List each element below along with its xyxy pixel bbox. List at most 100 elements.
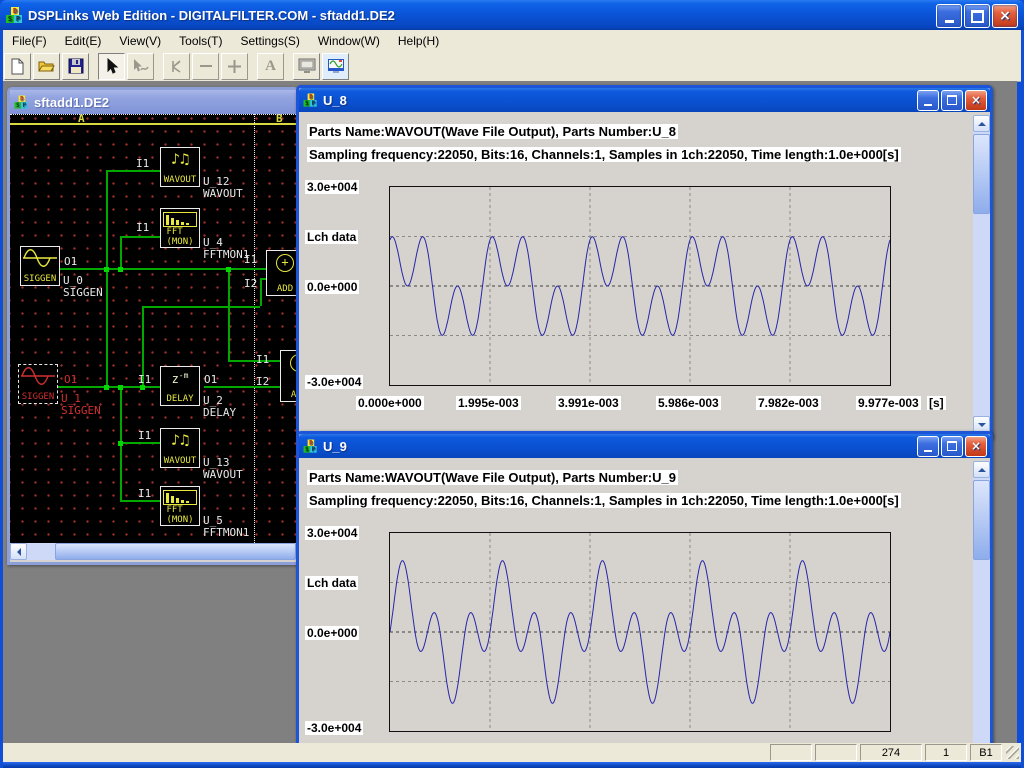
block-u_13[interactable]: ♪♫WAVOUT — [160, 428, 200, 468]
new-button[interactable] — [4, 53, 31, 80]
port-label-i1: I1 — [138, 488, 151, 499]
main-titlebar[interactable]: DSP DSPLinks Web Edition - DIGITALFILTER… — [0, 0, 1024, 30]
menu-file[interactable]: File(F) — [3, 31, 56, 51]
open-icon — [38, 58, 56, 74]
status-cell-1 — [815, 744, 857, 761]
port-label-i1: I1 — [244, 254, 257, 265]
close-button[interactable]: × — [992, 4, 1018, 28]
minimize-icon — [924, 450, 932, 452]
port-label-i2: I2 — [244, 278, 257, 289]
schematic-canvas[interactable]: AB♪♫WAVOUTU_12WAVOUTFFT(MON)U_4FFTMON1SI… — [10, 114, 296, 543]
port-label-i1: I1 — [256, 354, 269, 365]
plot-window-u_9[interactable]: DSPU_9×Parts Name:WAVOUT(Wave File Outpu… — [296, 431, 993, 743]
status-cell-0 — [770, 744, 812, 761]
wire — [106, 170, 108, 386]
maximize-button[interactable] — [964, 4, 990, 28]
port-label-o1: O1 — [64, 256, 77, 267]
child-maximize-button[interactable] — [941, 90, 963, 111]
status-cell-3: 1 — [925, 744, 967, 761]
block-u_1[interactable]: SIGGEN — [18, 364, 58, 404]
block-add[interactable]: +ADD — [266, 250, 296, 296]
diagram-window[interactable]: DSPsftadd1.DE2AB♪♫WAVOUTU_12WAVOUTFFT(MO… — [7, 87, 299, 565]
arrow-up-icon — [978, 122, 986, 126]
wire — [120, 236, 160, 238]
plot-vscrollbar[interactable] — [973, 461, 990, 743]
junction-tool — [163, 53, 190, 80]
menu-settings[interactable]: Settings(S) — [232, 31, 309, 51]
port-label-o1: O1 — [204, 374, 217, 385]
select-tool[interactable] — [98, 53, 125, 80]
resize-grip[interactable] — [1006, 746, 1019, 759]
child-minimize-button[interactable] — [917, 436, 939, 457]
pointer-icon — [105, 58, 119, 74]
sine-icon — [22, 247, 58, 269]
y-label-lch: Lch data — [305, 576, 358, 590]
fft-bars-icon — [163, 490, 197, 505]
block-add[interactable]: +ADD — [280, 350, 296, 402]
block-caption: FFTMON1 — [203, 527, 249, 538]
scroll-left-button[interactable] — [10, 543, 27, 560]
wire — [120, 236, 122, 268]
block-u_0[interactable]: SIGGEN — [20, 246, 60, 286]
child-close-button[interactable]: × — [965, 436, 987, 457]
save-button[interactable] — [62, 53, 89, 80]
mdi-workspace: DSPsftadd1.DE2AB♪♫WAVOUTU_12WAVOUTFFT(MO… — [3, 81, 1017, 743]
y-label-max: 3.0e+004 — [305, 180, 359, 194]
block-caption: DELAY — [203, 407, 236, 418]
plot-window-body: Parts Name:WAVOUT(Wave File Output), Par… — [299, 458, 990, 740]
letterA-icon: A — [265, 58, 276, 75]
close-icon: × — [971, 440, 981, 452]
menu-window[interactable]: Window(W) — [309, 31, 389, 51]
maximize-icon — [947, 441, 957, 451]
vscroll-thumb[interactable] — [973, 134, 990, 214]
block-caption: SIGGEN — [63, 287, 103, 298]
vscroll-thumb[interactable] — [973, 480, 990, 560]
plot-window-titlebar[interactable]: DSPU_9× — [299, 434, 990, 458]
menu-bar: File(F)Edit(E)View(V)Tools(T)Settings(S)… — [3, 30, 1021, 52]
status-bar: 2741B1 — [3, 743, 1021, 762]
diagram-window-titlebar[interactable]: DSPsftadd1.DE2 — [10, 90, 296, 114]
scroll-up-button[interactable] — [973, 115, 990, 132]
hscroll-thumb[interactable] — [55, 543, 296, 560]
block-u_2[interactable]: z-mDELAY — [160, 366, 200, 406]
child-minimize-button[interactable] — [917, 90, 939, 111]
plot-window-titlebar[interactable]: DSPU_8× — [299, 88, 990, 112]
scroll-up-button[interactable] — [973, 461, 990, 478]
plot-window-u_8[interactable]: DSPU_8×Parts Name:WAVOUT(Wave File Outpu… — [296, 85, 993, 439]
wire — [260, 278, 262, 306]
block-u_4[interactable]: FFT(MON) — [160, 208, 200, 248]
child-close-button[interactable]: × — [965, 90, 987, 111]
port-label-i1: I1 — [136, 222, 149, 233]
plot-window-title: U_9 — [323, 439, 347, 454]
monitor-tool[interactable] — [293, 53, 320, 80]
menu-help[interactable]: Help(H) — [389, 31, 448, 51]
diagram-hscrollbar[interactable] — [10, 543, 296, 560]
plot-vscrollbar[interactable] — [973, 115, 990, 433]
z-delay-icon: z-m — [172, 369, 189, 386]
wavemon-icon — [327, 58, 345, 74]
menu-tools[interactable]: Tools(T) — [170, 31, 231, 51]
block-u_12[interactable]: ♪♫WAVOUT — [160, 147, 200, 187]
arrow-down-icon — [978, 423, 986, 427]
menu-edit[interactable]: Edit(E) — [56, 31, 111, 51]
ruler-label-b: B — [276, 114, 283, 125]
wire — [120, 500, 160, 502]
child-maximize-button[interactable] — [941, 436, 963, 457]
open-button[interactable] — [33, 53, 60, 80]
block-u_5[interactable]: FFT(MON) — [160, 486, 200, 526]
menu-view[interactable]: View(V) — [110, 31, 170, 51]
waveform-monitor-tool[interactable] — [322, 53, 349, 80]
wire — [228, 268, 230, 360]
wire — [120, 442, 160, 444]
canvas-top-border — [10, 114, 296, 115]
y-label-zero: 0.0e+000 — [305, 626, 359, 640]
block-caption: U_5 — [203, 515, 223, 526]
x-tick-label: 5.986e-003 — [656, 396, 721, 410]
port-label-o1: O1 — [64, 374, 77, 385]
port-label-i1: I1 — [138, 430, 151, 441]
connect-tool — [127, 53, 154, 80]
minimize-button[interactable] — [936, 4, 962, 28]
block-caption: WAVOUT — [203, 469, 243, 480]
wire-junction — [226, 267, 231, 272]
block-caption: SIGGEN — [61, 405, 101, 416]
